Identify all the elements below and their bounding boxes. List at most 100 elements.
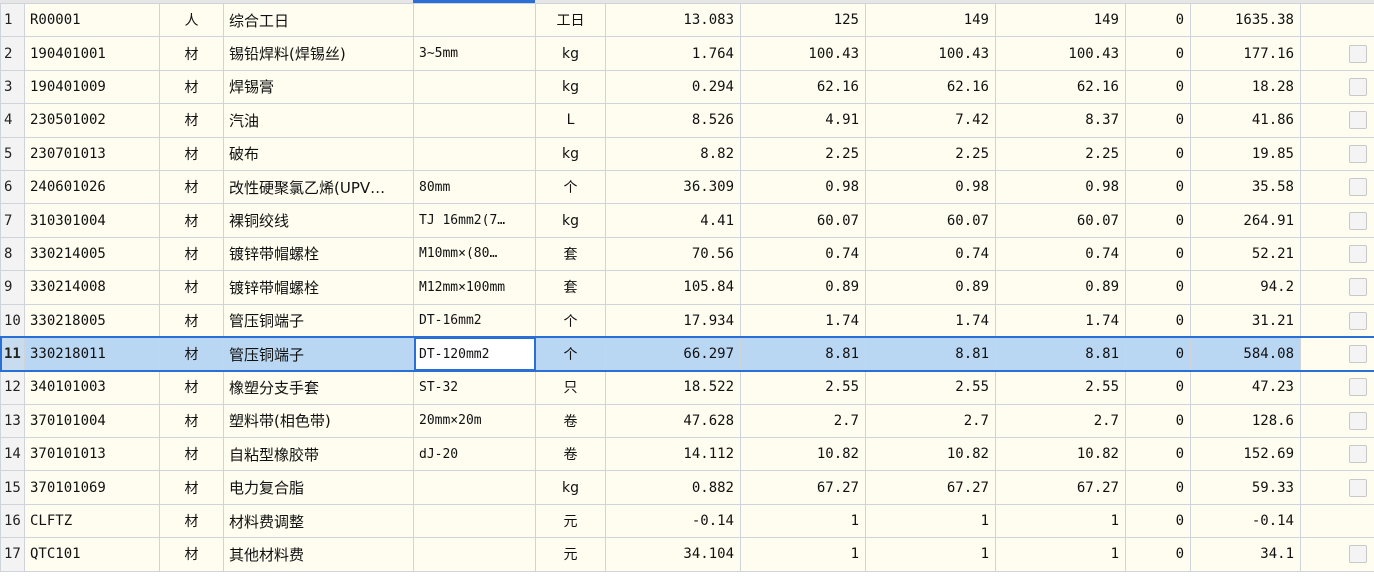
quantity-cell[interactable]: 18.522 — [605, 370, 741, 405]
checkbox[interactable] — [1349, 178, 1367, 197]
total-cell[interactable]: -0.14 — [1190, 503, 1301, 539]
total-cell[interactable]: 1635.38 — [1190, 2, 1301, 38]
table-row[interactable]: 6 240601026 材改性硬聚氯乙烯(UPV… 80mm 个 36.309 0.98 0.… — [0, 169, 1374, 205]
checkbox[interactable] — [1349, 311, 1367, 330]
code-cell[interactable]: 370101013 — [24, 437, 160, 472]
row-number-cell[interactable]: 13 — [0, 403, 25, 439]
quantity-cell[interactable]: -0.14 — [605, 503, 741, 539]
market-price-cell[interactable]: 2.25 — [865, 136, 996, 171]
unit-cell[interactable]: 卷 — [535, 403, 606, 439]
quantity-cell[interactable]: 1.764 — [605, 36, 741, 71]
code-cell[interactable]: QTC101 — [24, 537, 160, 572]
table-row[interactable]: 2 190401001 材锡铅焊料(焊锡丝) 3~5mm kg 1.764 100.43 10… — [0, 36, 1374, 71]
total-cell[interactable]: 264.91 — [1190, 203, 1301, 238]
row-number-cell[interactable]: 15 — [0, 470, 25, 505]
base-price-cell[interactable]: 4.91 — [740, 103, 866, 138]
market-price-cell[interactable]: 1 — [865, 503, 996, 539]
code-cell[interactable]: 190401009 — [24, 69, 160, 105]
table-row[interactable]: 10 330218005 材管压铜端子 DT-16mm2 个 17.934 1.74 1.74… — [0, 303, 1374, 338]
unit-cell[interactable]: 套 — [535, 270, 606, 305]
difference-cell[interactable]: 0 — [1125, 136, 1191, 171]
name-cell[interactable]: 管压铜端子 — [223, 303, 414, 338]
total-cell[interactable]: 35.58 — [1190, 169, 1301, 205]
total-cell[interactable]: 59.33 — [1190, 470, 1301, 505]
difference-cell[interactable]: 0 — [1125, 103, 1191, 138]
row-number-cell[interactable]: 7 — [0, 203, 25, 238]
code-cell[interactable]: 230501002 — [24, 103, 160, 138]
checkbox[interactable] — [1349, 545, 1367, 564]
unit-cell[interactable]: 个 — [535, 303, 606, 338]
base-price-cell[interactable]: 1 — [740, 503, 866, 539]
spec-cell[interactable]: 80mm — [413, 169, 536, 205]
table-row[interactable]: 5 230701013 材破布 kg 8.82 2.25 2.25 2.25 0 19.85 — [0, 136, 1374, 171]
base-price-cell[interactable]: 62.16 — [740, 69, 866, 105]
spec-cell[interactable]: TJ 16mm2(7… — [413, 203, 536, 238]
difference-cell[interactable]: 0 — [1125, 303, 1191, 338]
total-cell[interactable]: 584.08 — [1190, 336, 1301, 372]
quantity-cell[interactable]: 4.41 — [605, 203, 741, 238]
difference-cell[interactable]: 0 — [1125, 203, 1191, 238]
row-number-cell[interactable]: 16 — [0, 503, 25, 539]
spec-cell[interactable]: M12mm×100mm — [413, 270, 536, 305]
total-cell[interactable]: 94.2 — [1190, 270, 1301, 305]
difference-cell[interactable]: 0 — [1125, 336, 1191, 372]
base-price-cell[interactable]: 8.81 — [740, 336, 866, 372]
table-row[interactable]: 12 340101003 材橡塑分支手套 ST-32 只 18.522 2.55 2.55 2.… — [0, 370, 1374, 405]
base-price-cell[interactable]: 2.7 — [740, 403, 866, 439]
quantity-cell[interactable]: 36.309 — [605, 169, 741, 205]
code-cell[interactable]: 370101004 — [24, 403, 160, 439]
difference-cell[interactable]: 0 — [1125, 437, 1191, 472]
spec-cell[interactable] — [413, 136, 536, 171]
quantity-cell[interactable]: 17.934 — [605, 303, 741, 338]
total-cell[interactable]: 128.6 — [1190, 403, 1301, 439]
market-price-cell[interactable]: 7.42 — [865, 103, 996, 138]
tax-price-cell[interactable]: 0.89 — [995, 270, 1126, 305]
type-cell[interactable]: 材 — [159, 537, 224, 572]
type-cell[interactable]: 材 — [159, 69, 224, 105]
table-row[interactable]: 14 370101013 材自粘型橡胶带 dJ-20 卷 14.112 10.82 10.82… — [0, 437, 1374, 472]
name-cell[interactable]: 锡铅焊料(焊锡丝) — [223, 36, 414, 71]
unit-cell[interactable]: 卷 — [535, 437, 606, 472]
unit-cell[interactable]: 工日 — [535, 2, 606, 38]
name-cell[interactable]: 材料费调整 — [223, 503, 414, 539]
checkbox[interactable] — [1349, 244, 1367, 263]
name-cell[interactable]: 改性硬聚氯乙烯(UPV… — [223, 169, 414, 205]
base-price-cell[interactable]: 1.74 — [740, 303, 866, 338]
row-number-cell[interactable]: 17 — [0, 537, 25, 572]
name-cell[interactable]: 焊锡膏 — [223, 69, 414, 105]
quantity-cell[interactable]: 13.083 — [605, 2, 741, 38]
name-cell[interactable]: 电力复合脂 — [223, 470, 414, 505]
difference-cell[interactable]: 0 — [1125, 403, 1191, 439]
checkbox[interactable] — [1349, 411, 1367, 430]
row-number-cell[interactable]: 1 — [0, 2, 25, 38]
name-cell[interactable]: 裸铜绞线 — [223, 203, 414, 238]
checkbox[interactable] — [1349, 378, 1367, 397]
tax-price-cell[interactable]: 10.82 — [995, 437, 1126, 472]
row-number-cell[interactable]: 14 — [0, 437, 25, 472]
table-row[interactable]: 16 CLFTZ 材材料费调整元 -0.14 1 1 1 0 -0.14 — [0, 503, 1374, 539]
name-cell[interactable]: 汽油 — [223, 103, 414, 138]
name-cell[interactable]: 破布 — [223, 136, 414, 171]
row-number-cell[interactable]: 6 — [0, 169, 25, 205]
table-row[interactable]: 17 QTC101 材其他材料费元 34.104 1 1 1 0 34.1 — [0, 537, 1374, 572]
market-price-cell[interactable]: 0.89 — [865, 270, 996, 305]
type-cell[interactable]: 材 — [159, 270, 224, 305]
type-cell[interactable]: 材 — [159, 370, 224, 405]
market-price-cell[interactable]: 67.27 — [865, 470, 996, 505]
total-cell[interactable]: 41.86 — [1190, 103, 1301, 138]
spec-cell[interactable] — [413, 2, 536, 38]
tax-price-cell[interactable]: 62.16 — [995, 69, 1126, 105]
name-cell[interactable]: 其他材料费 — [223, 537, 414, 572]
code-cell[interactable]: 330214005 — [24, 236, 160, 272]
unit-cell[interactable]: kg — [535, 69, 606, 105]
type-cell[interactable]: 材 — [159, 203, 224, 238]
code-cell[interactable]: 310301004 — [24, 203, 160, 238]
market-price-cell[interactable]: 100.43 — [865, 36, 996, 71]
total-cell[interactable]: 47.23 — [1190, 370, 1301, 405]
code-cell[interactable]: 240601026 — [24, 169, 160, 205]
base-price-cell[interactable]: 0.89 — [740, 270, 866, 305]
tax-price-cell[interactable]: 0.74 — [995, 236, 1126, 272]
tax-price-cell[interactable]: 149 — [995, 2, 1126, 38]
checkbox[interactable] — [1349, 345, 1367, 364]
spec-cell[interactable]: M10mm×(80… — [413, 236, 536, 272]
